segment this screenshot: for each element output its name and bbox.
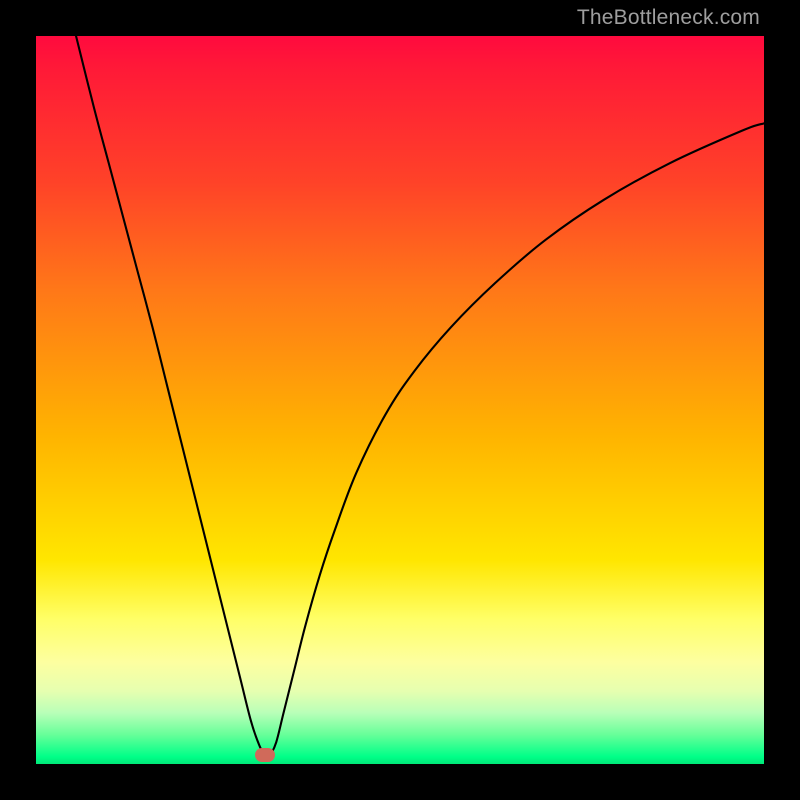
attribution-text: TheBottleneck.com bbox=[577, 6, 760, 30]
curve-left-branch bbox=[76, 36, 264, 755]
minimum-marker bbox=[255, 748, 275, 762]
curve-right-branch bbox=[270, 123, 764, 755]
curve-layer bbox=[36, 36, 764, 764]
chart-container: TheBottleneck.com bbox=[0, 0, 800, 800]
